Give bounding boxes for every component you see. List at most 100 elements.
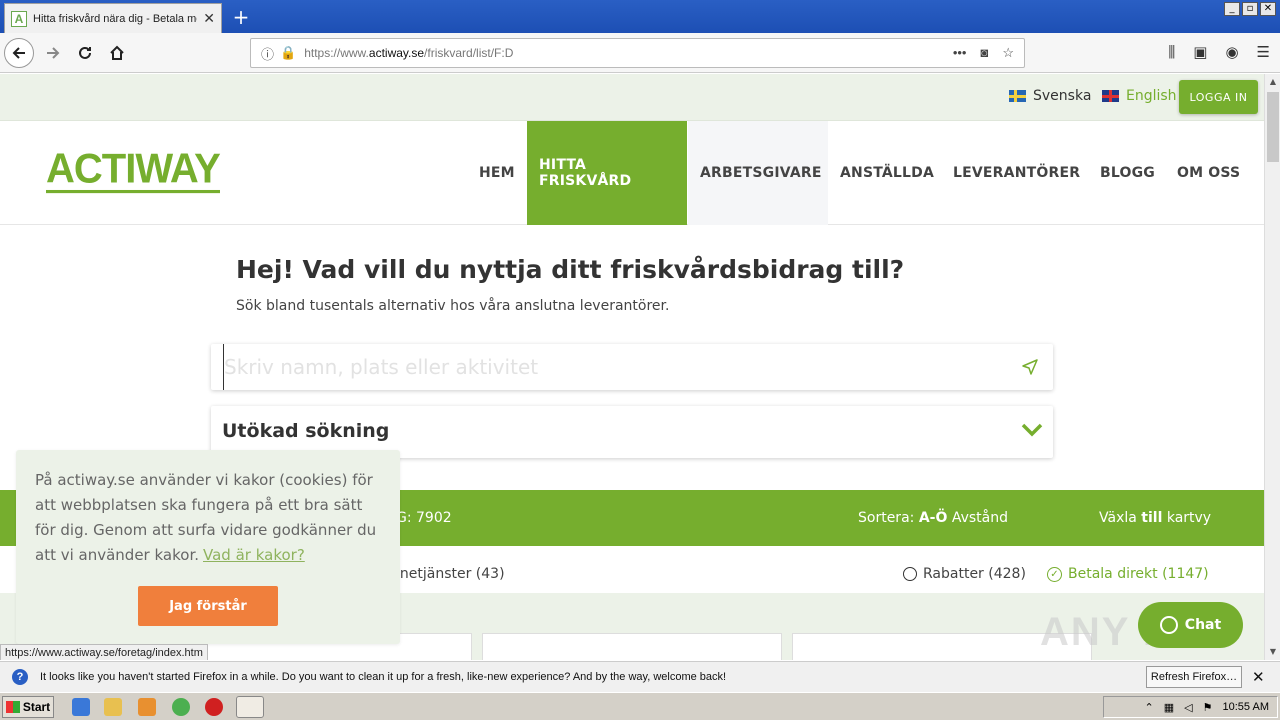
nav-anstallda[interactable]: ANSTÄLLDA [840, 121, 934, 225]
tab-title: Hitta friskvård nära dig - Betala med Ac… [33, 12, 197, 25]
url-text[interactable]: https://www.actiway.se/friskvard/list/F:… [304, 46, 953, 60]
refresh-firefox-button[interactable]: Refresh Firefox… [1146, 666, 1242, 688]
menu-icon[interactable]: ☰ [1257, 43, 1270, 61]
notification-bar: ? It looks like you haven't started Fire… [0, 661, 1280, 692]
nav-hitta-friskvard[interactable]: HITTA FRISKVÅRD [527, 121, 687, 225]
account-icon[interactable]: ◉ [1225, 43, 1238, 61]
filter-discounts-label: Rabatter (428) [923, 566, 1026, 582]
sidebar-icon[interactable]: ▣ [1193, 43, 1207, 61]
volume-icon[interactable]: ◁ [1184, 701, 1192, 714]
language-english-label: English [1126, 88, 1177, 104]
url-domain: actiway.se [368, 46, 425, 60]
minimize-icon[interactable]: _ [1224, 2, 1240, 16]
advanced-search-label: Utökad sökning [222, 420, 390, 442]
url-prefix: https://www. [304, 46, 369, 60]
filter-pay-direct[interactable]: ✓ Betala direkt (1147) [1047, 566, 1209, 582]
radio-empty-icon [903, 567, 917, 581]
switch-map-view-link[interactable]: Växla till kartvy [1099, 510, 1211, 526]
start-button[interactable]: Start [2, 696, 54, 718]
switch-map-pre: Växla [1099, 510, 1137, 526]
uk-flag-icon [1102, 90, 1119, 102]
chat-label: Chat [1184, 617, 1222, 633]
language-english[interactable]: English [1102, 88, 1177, 104]
page-subline: Sök bland tusentals alternativ hos våra … [236, 298, 670, 314]
filter-discounts[interactable]: Rabatter (428) [903, 566, 1026, 582]
nav-leverantorer[interactable]: LEVERANTÖRER [953, 121, 1080, 225]
switch-map-post: kartvy [1166, 510, 1212, 526]
search-input[interactable] [223, 344, 1003, 390]
chat-button[interactable]: Chat [1138, 602, 1243, 648]
close-window-icon[interactable]: ✕ [1260, 2, 1276, 16]
arrow-left-icon [12, 47, 25, 59]
scroll-down-icon[interactable]: ▼ [1265, 644, 1280, 660]
result-count: G: 7902 [396, 510, 452, 526]
cookie-banner: På actiway.se använder vi kakor (cookies… [16, 450, 400, 644]
bookmark-star-icon[interactable]: ☆ [1002, 45, 1014, 61]
windows-logo-icon [5, 701, 20, 713]
status-url: https://www.actiway.se/foretag/index.htm [0, 644, 208, 660]
arrow-right-icon [47, 47, 60, 59]
tab-close-icon[interactable]: ✕ [203, 11, 215, 27]
nav-arbetsgivare[interactable]: ARBETSGIVARE [688, 121, 828, 225]
nav-hem[interactable]: HEM [479, 121, 515, 225]
result-card[interactable] [482, 633, 782, 660]
toolbar-right: ⫼ ▣ ◉ ☰ [1168, 43, 1270, 61]
flag-icon[interactable]: ⚑ [1203, 701, 1213, 714]
info-icon[interactable]: ⓘ [261, 44, 274, 63]
restore-icon[interactable]: ▫ [1242, 2, 1258, 16]
sweden-flag-icon [1009, 90, 1026, 102]
filter-cabinet-services[interactable]: inetjänster (43) [396, 566, 505, 582]
web-page: Svenska English LOGGA IN ACTIWAY HEM HIT… [0, 74, 1264, 660]
language-svenska[interactable]: Svenska [1009, 88, 1091, 104]
language-svenska-label: Svenska [1033, 88, 1092, 104]
navigation-toolbar: ⓘ 🔒 https://www.actiway.se/friskvard/lis… [0, 33, 1280, 73]
opera-icon[interactable] [205, 698, 223, 716]
new-tab-button[interactable]: + [230, 5, 252, 29]
reload-button[interactable] [70, 38, 100, 68]
chrome-icon[interactable] [172, 698, 190, 716]
network-icon[interactable]: ▦ [1164, 701, 1174, 714]
logo-text: ACTIWAY [46, 145, 221, 194]
system-tray: ⌃ ▦ ◁ ⚑ 10:55 AM [1103, 696, 1278, 718]
cookie-accept-button[interactable]: Jag förstår [138, 586, 278, 626]
reload-icon [79, 46, 91, 59]
site-header: ACTIWAY HEM HITTA FRISKVÅRD ARBETSGIVARE… [0, 121, 1264, 225]
notification-message: It looks like you haven't started Firefo… [40, 671, 727, 683]
sort-distance-option[interactable]: Avstånd [952, 510, 1008, 526]
media-player-icon[interactable] [138, 698, 156, 716]
search-box [211, 344, 1053, 390]
page-actions-icon[interactable]: ••• [953, 45, 967, 61]
scroll-thumb[interactable] [1267, 92, 1279, 162]
login-button[interactable]: LOGGA IN [1179, 80, 1258, 114]
check-circle-icon: ✓ [1047, 566, 1062, 582]
folder-icon[interactable] [104, 698, 122, 716]
actiway-logo[interactable]: ACTIWAY [46, 145, 221, 194]
start-label: Start [22, 700, 51, 714]
lock-icon[interactable]: 🔒 [280, 45, 296, 61]
url-bar[interactable]: ⓘ 🔒 https://www.actiway.se/friskvard/lis… [250, 38, 1025, 68]
pocket-icon[interactable]: ◙ [980, 45, 988, 61]
notification-close-icon[interactable]: ✕ [1252, 668, 1265, 686]
nav-blogg[interactable]: BLOGG [1100, 121, 1155, 225]
forward-button[interactable] [38, 38, 68, 68]
sort-az-option[interactable]: A-Ö [919, 510, 948, 526]
sort-label: Sortera: [858, 510, 915, 526]
tray-arrow-icon[interactable]: ⌃ [1145, 701, 1154, 714]
library-icon[interactable]: ⫼ [1168, 43, 1175, 61]
title-bar: A Hitta friskvård nära dig - Betala med … [0, 0, 1280, 33]
page-scrollbar[interactable]: ▲ ▼ [1264, 74, 1280, 660]
nav-om-oss[interactable]: OM OSS [1177, 121, 1240, 225]
back-button[interactable] [4, 38, 34, 68]
clock: 10:55 AM [1222, 701, 1269, 713]
scroll-up-icon[interactable]: ▲ [1265, 74, 1280, 90]
browser-tab-active[interactable]: A Hitta friskvård nära dig - Betala med … [4, 3, 222, 33]
top-strip: Svenska English LOGGA IN [0, 74, 1264, 121]
ie-icon[interactable] [72, 698, 90, 716]
cookie-text: På actiway.se använder vi kakor (cookies… [35, 468, 385, 568]
window-controls: _ ▫ ✕ [1224, 2, 1276, 16]
filter-pay-direct-label: Betala direkt (1147) [1068, 566, 1209, 582]
cookie-info-link[interactable]: Vad är kakor? [203, 546, 305, 564]
location-arrow-icon[interactable] [1021, 358, 1039, 376]
home-button[interactable] [102, 38, 132, 68]
firefox-taskbar-button[interactable] [236, 696, 264, 718]
